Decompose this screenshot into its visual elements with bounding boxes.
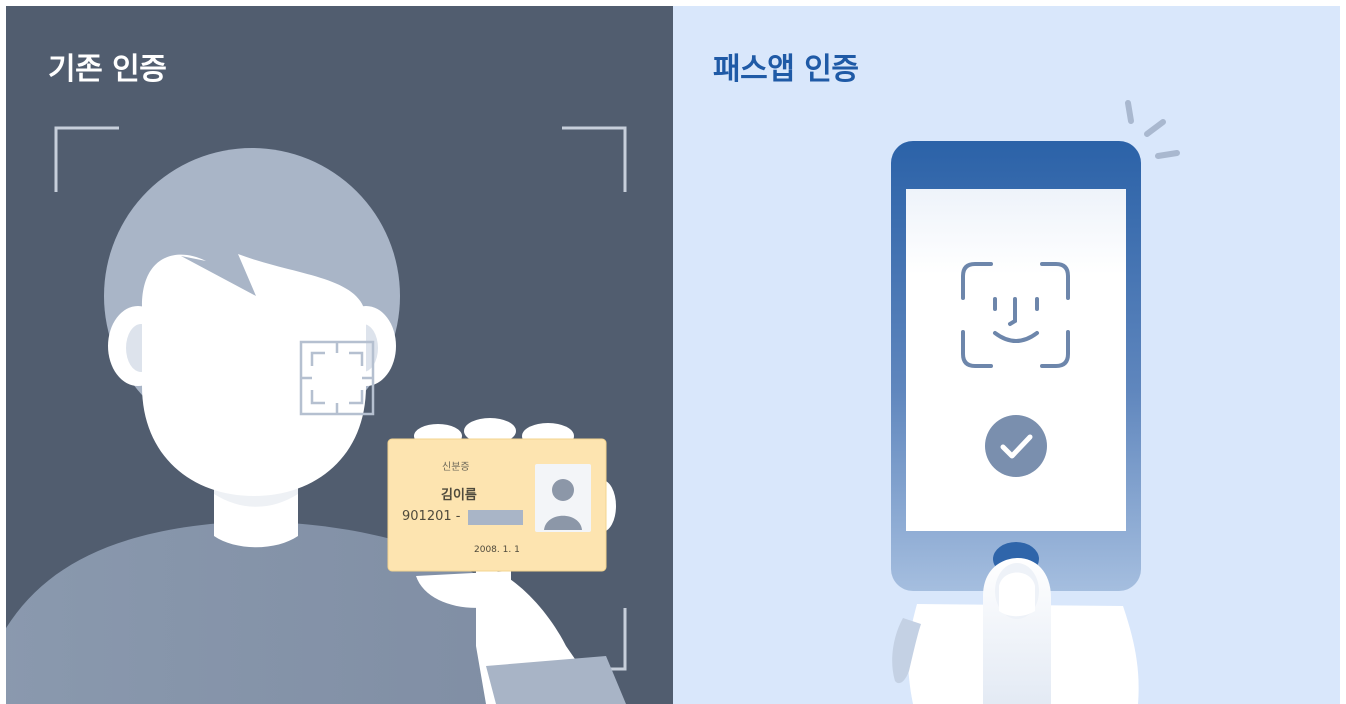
id-number-masked — [468, 510, 523, 525]
traditional-auth-illustration — [6, 126, 627, 704]
id-card-type: 신분증 — [442, 462, 470, 473]
check-circle-icon — [985, 415, 1047, 477]
phone-screen — [906, 189, 1126, 531]
id-card-name: 김이름 — [441, 488, 477, 503]
pass-app-auth-illustration — [891, 100, 1180, 704]
pass-app-auth-panel: 패스앱 인증 — [673, 6, 1340, 704]
traditional-auth-panel: 기존 인증 신분증 김이름 901201 - 2008. 1. 1 — [6, 6, 673, 704]
id-card-number: 901201 - — [402, 509, 461, 524]
pass-app-auth-title: 패스앱 인증 — [713, 52, 859, 87]
comparison-illustration: 기존 인증 신분증 김이름 901201 - 2008. 1. 1 패스앱 인증 — [0, 0, 1346, 704]
traditional-auth-title: 기존 인증 — [48, 52, 167, 87]
notification-sparkle — [1125, 100, 1180, 159]
id-card-issue-date: 2008. 1. 1 — [474, 545, 520, 555]
